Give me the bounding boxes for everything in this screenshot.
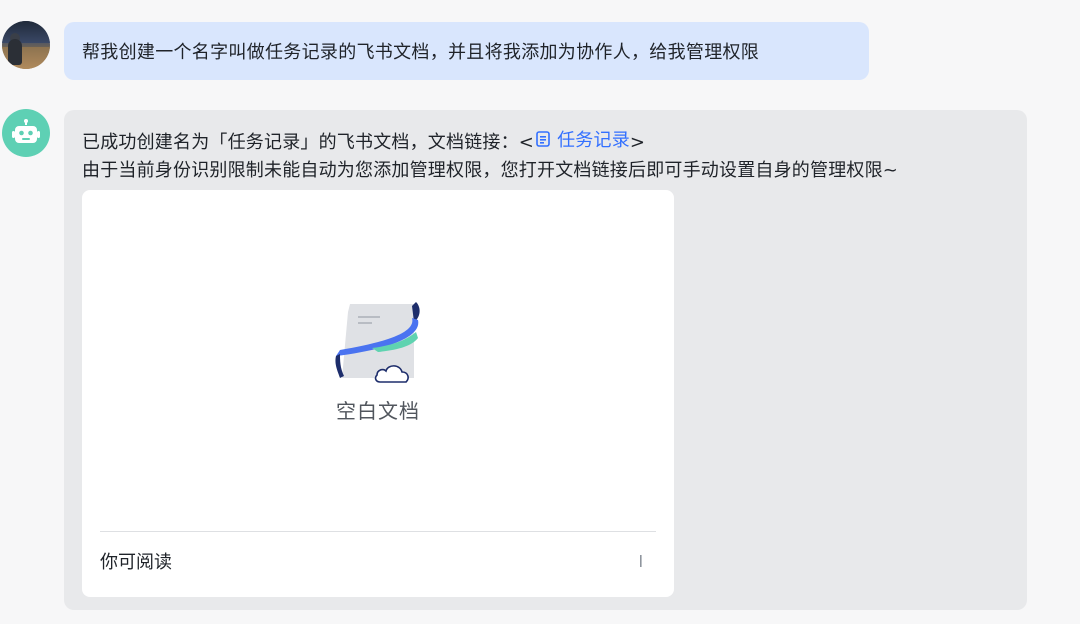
avatar-person — [8, 39, 22, 65]
doc-card-title: 空白文档 — [336, 399, 420, 423]
bot-line1-prefix: 已成功创建名为「任务记录」的飞书文档，文档链接：< — [82, 132, 535, 153]
robot-icon — [12, 119, 40, 143]
user-message-bubble: 帮我创建一个名字叫做任务记录的飞书文档，并且将我添加为协作人，给我管理权限 — [64, 22, 869, 80]
doc-link-text[interactable]: 任务记录 — [557, 126, 630, 152]
avatar-sky — [2, 21, 50, 43]
bot-avatar[interactable] — [2, 109, 50, 157]
doc-icon — [536, 131, 550, 147]
more-action-icon[interactable] — [638, 552, 644, 570]
bot-message-bubble: 已成功创建名为「任务记录」的飞书文档，文档链接：< 任务记录 > 由于当前身份识别限… — [64, 110, 1027, 610]
user-avatar[interactable] — [2, 21, 50, 69]
doc-card[interactable]: 空白文档 你可阅读 — [82, 190, 674, 597]
permission-label: 你可阅读 — [100, 552, 172, 573]
vertical-bar-icon — [640, 555, 642, 567]
card-divider — [100, 531, 656, 532]
chat-window: 帮我创建一个名字叫做任务记录的飞书文档，并且将我添加为协作人，给我管理权限 已成… — [0, 0, 1080, 624]
user-message-text: 帮我创建一个名字叫做任务记录的飞书文档，并且将我添加为协作人，给我管理权限 — [82, 42, 760, 63]
bot-line1-suffix: > — [629, 132, 646, 153]
bot-message-line-2: 由于当前身份识别限制未能自动为您添加管理权限，您打开文档链接后即可手动设置自身的… — [82, 160, 899, 181]
bot-message-line-1: 已成功创建名为「任务记录」的飞书文档，文档链接：< 任务记录 > — [82, 126, 645, 154]
blank-doc-illustration — [335, 302, 420, 383]
doc-link[interactable]: 任务记录 — [534, 126, 630, 152]
doc-preview[interactable]: 空白文档 — [82, 190, 674, 530]
